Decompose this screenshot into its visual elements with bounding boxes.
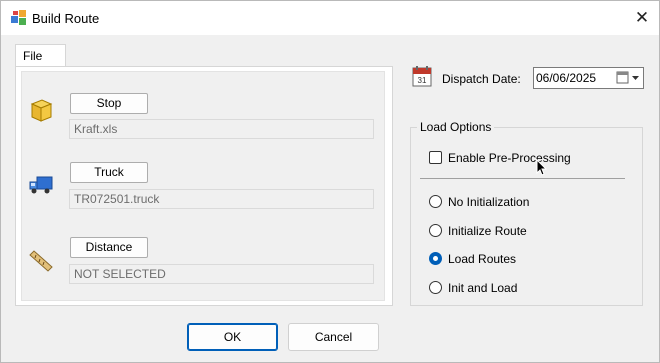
radio-load-routes[interactable] — [429, 252, 442, 265]
tab-file-label: File — [23, 49, 43, 63]
truck-button[interactable]: Truck — [70, 162, 148, 183]
radio-load-routes-label[interactable]: Load Routes — [448, 252, 516, 266]
stop-button[interactable]: Stop — [70, 93, 148, 114]
radio-initialize-route[interactable] — [429, 224, 442, 237]
calendar-icon: 31 — [412, 66, 432, 87]
dropdown-icon[interactable] — [615, 70, 641, 86]
distance-button[interactable]: Distance — [70, 237, 148, 258]
radio-init-and-load[interactable] — [429, 281, 442, 294]
distance-file-field: NOT SELECTED — [69, 264, 374, 284]
mouse-cursor-icon — [536, 159, 548, 176]
ruler-icon — [29, 250, 53, 272]
build-route-dialog: Build Route ✕ File Stop Kraft.xls Truck … — [0, 0, 660, 363]
cancel-button[interactable]: Cancel — [288, 323, 379, 351]
radio-no-initialization-label[interactable]: No Initialization — [448, 195, 529, 209]
options-separator — [420, 178, 625, 179]
tab-file[interactable]: File — [15, 44, 66, 67]
title-bar: Build Route ✕ — [1, 1, 659, 35]
app-icon — [11, 10, 26, 25]
ok-button[interactable]: OK — [187, 323, 278, 351]
load-options-title: Load Options — [417, 120, 495, 134]
truck-file-field: TR072501.truck — [69, 189, 374, 209]
svg-text:31: 31 — [418, 76, 427, 85]
close-button[interactable]: ✕ — [629, 5, 655, 31]
dispatch-date-picker[interactable]: 06/06/2025 — [533, 67, 644, 89]
enable-preprocessing-label[interactable]: Enable Pre-Processing — [448, 151, 571, 165]
stop-file-field: Kraft.xls — [69, 119, 374, 139]
truck-icon — [29, 176, 53, 194]
close-icon: ✕ — [634, 8, 650, 27]
window-title: Build Route — [32, 11, 100, 26]
radio-no-initialization[interactable] — [429, 195, 442, 208]
stop-box-icon — [30, 99, 53, 122]
radio-init-and-load-label[interactable]: Init and Load — [448, 281, 517, 295]
enable-preprocessing-checkbox[interactable] — [429, 151, 442, 164]
radio-initialize-route-label[interactable]: Initialize Route — [448, 224, 527, 238]
dispatch-date-label: Dispatch Date: — [442, 72, 521, 86]
dispatch-date-value: 06/06/2025 — [536, 71, 597, 85]
